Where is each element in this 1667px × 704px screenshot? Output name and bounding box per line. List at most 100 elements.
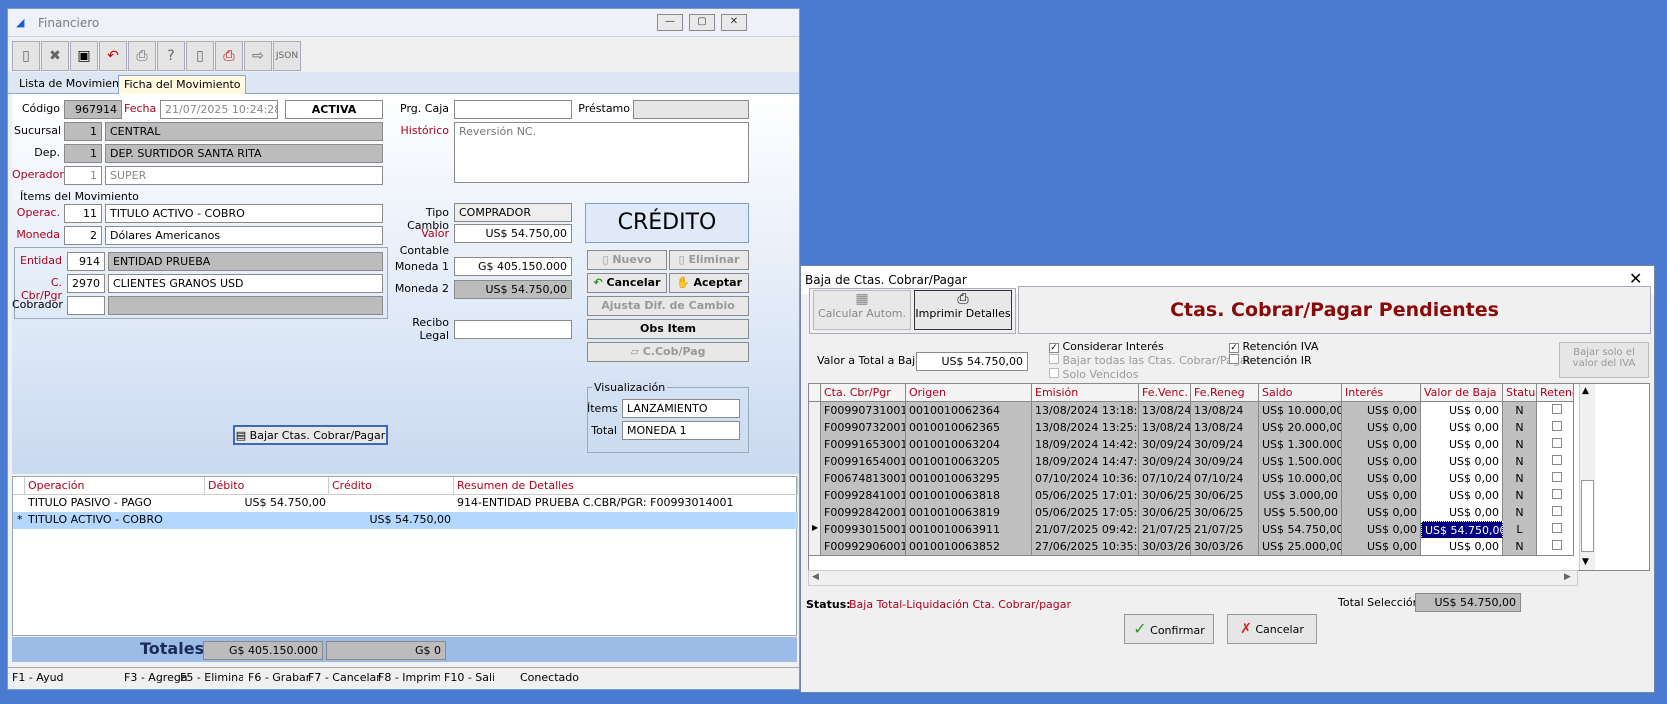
operador-num[interactable]: 1 (64, 166, 102, 185)
dep-field[interactable]: DEP. SURTIDOR SANTA RITA (105, 144, 383, 163)
cancelar-button[interactable]: ↶ Cancelar (587, 273, 667, 293)
retene-checkbox[interactable] (1552, 506, 1562, 516)
scroll-right-icon[interactable]: ▶ (1564, 572, 1571, 582)
prgcaja-field[interactable] (454, 100, 572, 119)
sucursal-field[interactable]: CENTRAL (105, 122, 383, 141)
cell-valor-baja[interactable]: US$ 0,00 (1421, 453, 1503, 471)
prestamo-field[interactable] (633, 100, 749, 119)
row-indicator[interactable] (809, 453, 821, 471)
printer-red-icon[interactable]: ⎙ (215, 41, 243, 71)
column-header-fereneg[interactable]: Fe.Reneg (1191, 384, 1259, 402)
cell-retene[interactable] (1537, 487, 1574, 505)
solo-vencidos-checkbox[interactable]: Solo Vencidos (1049, 368, 1138, 381)
moneda-select[interactable]: Dólares Americanos (105, 226, 383, 245)
ajusta-button[interactable]: Ajusta Dif. de Cambio (587, 296, 749, 316)
valor-field[interactable]: US$ 54.750,00 (454, 224, 572, 243)
column-header-saldo[interactable]: Saldo (1259, 384, 1342, 402)
column-header-valor-baja[interactable]: Valor de Baja (1421, 384, 1503, 402)
column-header-retene[interactable]: Retene (1537, 384, 1574, 402)
table-row[interactable]: * TITULO ACTIVO - COBRO US$ 54.750,00 (13, 512, 798, 529)
retene-checkbox[interactable] (1552, 540, 1562, 550)
cell-retene[interactable] (1537, 538, 1574, 556)
column-header-emision[interactable]: Emisión (1032, 384, 1139, 402)
retene-checkbox[interactable] (1552, 489, 1562, 499)
retene-checkbox[interactable] (1552, 404, 1562, 414)
table-row[interactable]: F00674813001 0010010063295 07/10/2024 10:3… (809, 470, 1576, 488)
json-icon[interactable]: JSON (273, 41, 301, 71)
confirmar-button[interactable]: ✓ Confirmar (1124, 614, 1214, 644)
operac-select[interactable]: TITULO ACTIVO - COBRO (105, 204, 383, 223)
scroll-left-icon[interactable]: ◀ (812, 572, 819, 582)
cell-retene[interactable] (1537, 402, 1574, 420)
ccbr-num[interactable]: 2970 (67, 274, 105, 293)
ccobpag-button[interactable]: ▱ C.Cob/Pag (587, 342, 749, 362)
calcular-button[interactable]: ▦ Calcular Autom. (813, 290, 911, 330)
column-header-interes[interactable]: Interés (1342, 384, 1421, 402)
cobrador-num[interactable] (67, 296, 105, 315)
considerar-checkbox[interactable]: ✓ Considerar Interés (1049, 340, 1164, 353)
table-row[interactable]: F00991654001 0010010063205 18/09/2024 14:4… (809, 453, 1576, 471)
obs-button[interactable]: Obs Item (587, 319, 749, 339)
horizontal-scrollbar-track[interactable]: ◀ ▶ (808, 570, 1578, 586)
cell-valor-baja[interactable]: US$ 0,00 (1421, 470, 1503, 488)
retencion-ir-checkbox[interactable]: Retención IR (1229, 354, 1312, 367)
cell-retene[interactable] (1537, 470, 1574, 488)
cell-valor-baja[interactable]: US$ 0,00 (1421, 402, 1503, 420)
table-row[interactable]: F00992906001 0010010063852 27/06/2025 10:3… (809, 538, 1576, 556)
imprimir-detalles-button[interactable]: ⎙ Imprimir Detalles (914, 290, 1012, 330)
cell-retene[interactable] (1537, 419, 1574, 437)
cell-valor-baja[interactable]: US$ 0,00 (1421, 436, 1503, 454)
table-row[interactable]: F00992842001 0010010063819 05/06/2025 17:0… (809, 504, 1576, 522)
cell-retene[interactable] (1537, 436, 1574, 454)
row-indicator[interactable]: ▶ (809, 521, 821, 539)
column-header-status[interactable]: Status (1503, 384, 1537, 402)
moneda-num[interactable]: 2 (64, 226, 102, 245)
row-indicator[interactable] (809, 470, 821, 488)
row-indicator[interactable] (809, 538, 821, 556)
grid-header[interactable]: Operación (25, 477, 205, 495)
help-icon[interactable]: ? (157, 41, 185, 71)
delete-icon[interactable]: ✖ (41, 41, 69, 71)
items-vis-select[interactable]: LANZAMIENTO (622, 399, 740, 418)
exit-icon[interactable]: ▯ (186, 41, 214, 71)
cell-valor-baja[interactable]: US$ 0,00 (1421, 487, 1503, 505)
retene-checkbox[interactable] (1552, 421, 1562, 431)
retene-checkbox[interactable] (1552, 472, 1562, 482)
bajar-ctas-button[interactable]: ▤ Bajar Ctas. Cobrar/Pagar (233, 425, 388, 445)
maximize-button[interactable]: ▢ (689, 14, 715, 31)
table-row[interactable]: ▶ F00993015001 0010010063911 21/07/2025 09:… (809, 521, 1576, 539)
sucursal-num[interactable]: 1 (64, 122, 102, 141)
table-row[interactable]: F00990731001 0010010062364 13/08/2024 13:1… (809, 402, 1576, 420)
column-header-cta[interactable]: Cta. Cbr/Pgr (821, 384, 906, 402)
moneda1-field[interactable]: G$ 405.150.000 (454, 257, 572, 276)
column-header-origen[interactable]: Origen (906, 384, 1032, 402)
grid-header[interactable]: Resumen de Detalles (454, 477, 798, 495)
nuevo-button[interactable]: ▯ Nuevo (587, 250, 667, 270)
scroll-thumb[interactable] (1581, 480, 1594, 552)
row-indicator[interactable] (809, 419, 821, 437)
retencion-iva-checkbox[interactable]: ✓ Retención IVA (1229, 340, 1318, 353)
cobrador-field[interactable] (108, 296, 383, 315)
entidad-num[interactable]: 914 (67, 252, 105, 271)
vertical-scrollbar[interactable]: ▲ ▼ (1579, 384, 1595, 570)
recibo-field[interactable] (454, 320, 572, 339)
grid-header[interactable]: Débito (205, 477, 329, 495)
save-icon[interactable]: ▣ (70, 41, 98, 71)
column-header-fevenc[interactable]: Fe.Venc. (1139, 384, 1191, 402)
retene-checkbox[interactable] (1552, 455, 1562, 465)
row-indicator[interactable] (809, 504, 821, 522)
minimize-button[interactable]: — (657, 14, 683, 31)
operador-select[interactable]: SUPER (105, 166, 383, 185)
cell-valor-baja[interactable]: US$ 0,00 (1421, 504, 1503, 522)
cell-retene[interactable] (1537, 521, 1574, 539)
scroll-down-icon[interactable]: ▼ (1582, 557, 1589, 567)
table-row[interactable]: TITULO PASIVO - PAGO US$ 54.750,00 914-E… (13, 495, 798, 512)
cancelar-dialog-button[interactable]: ✗ Cancelar (1227, 614, 1317, 644)
tab-ficha[interactable]: Ficha del Movimiento (118, 75, 247, 94)
cell-valor-baja[interactable]: US$ 0,00 (1421, 538, 1503, 556)
operac-num[interactable]: 11 (64, 204, 102, 223)
codigo-field[interactable]: 967914 (64, 100, 122, 119)
table-row[interactable]: F00990732001 0010010062365 13/08/2024 13:2… (809, 419, 1576, 437)
retene-checkbox[interactable] (1552, 438, 1562, 448)
scroll-up-icon[interactable]: ▲ (1582, 386, 1589, 396)
